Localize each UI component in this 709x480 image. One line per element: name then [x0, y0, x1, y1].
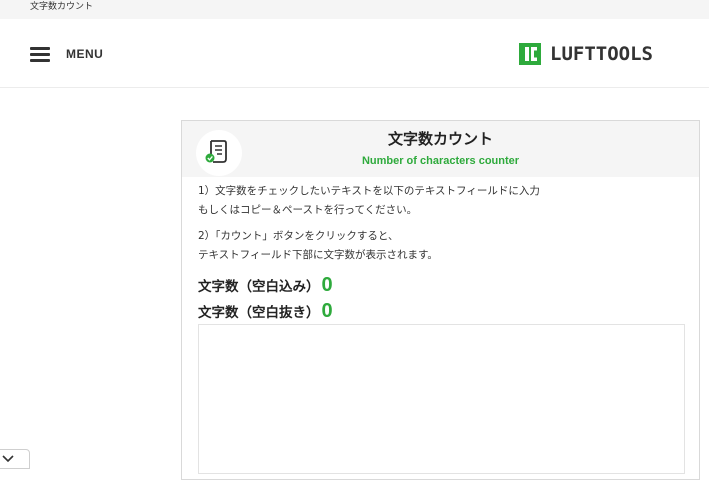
tool-subtitle: Number of characters counter — [361, 155, 520, 167]
menu-button[interactable]: MENU — [30, 43, 103, 65]
site-header: MENU LUFTTOOLS — [0, 19, 709, 88]
character-counter-card: 文字数カウント Number of characters counter 1）文… — [181, 120, 700, 480]
instruction-step-2: 2）「カウント」ボタンをクリックすると、 テキストフィールド下部に文字数が表示さ… — [198, 227, 438, 265]
breadcrumb-bar: 文字数カウント — [0, 0, 709, 19]
logo-mark-icon — [519, 43, 541, 65]
site-logo[interactable]: LUFTTOOLS — [519, 42, 653, 66]
instruction-step-1-line-2: もしくはコピー＆ペーストを行ってください。 — [198, 204, 418, 216]
hamburger-icon — [30, 46, 50, 62]
card-header: 文字数カウント Number of characters counter — [182, 121, 699, 177]
tool-title: 文字数カウント — [387, 130, 493, 148]
breadcrumb-current: 文字数カウント — [30, 2, 94, 12]
count-with-spaces-value: 0 — [321, 274, 333, 296]
instruction-step-1-line-1: 1）文字数をチェックしたいテキストを以下のテキストフィールドに入力 — [198, 185, 540, 197]
logo-text: LUFTTOOLS — [550, 43, 653, 65]
instruction-step-2-line-2: テキストフィールド下部に文字数が表示されます。 — [198, 249, 438, 261]
menu-label: MENU — [66, 47, 104, 61]
count-with-spaces-label: 文字数（空白込み） — [198, 279, 320, 295]
text-input-area[interactable] — [198, 324, 685, 474]
chevron-down-icon — [2, 455, 14, 463]
collapse-toggle-button[interactable] — [0, 449, 30, 469]
instruction-step-2-line-1: 2）「カウント」ボタンをクリックすると、 — [198, 230, 399, 242]
count-without-spaces-label: 文字数（空白抜き） — [198, 305, 320, 321]
count-without-spaces: 文字数（空白抜き） 0 — [198, 300, 333, 323]
instruction-step-1: 1）文字数をチェックしたいテキストを以下のテキストフィールドに入力 もしくはコピ… — [198, 182, 540, 220]
count-with-spaces: 文字数（空白込み） 0 — [198, 274, 333, 297]
count-without-spaces-value: 0 — [321, 300, 333, 322]
